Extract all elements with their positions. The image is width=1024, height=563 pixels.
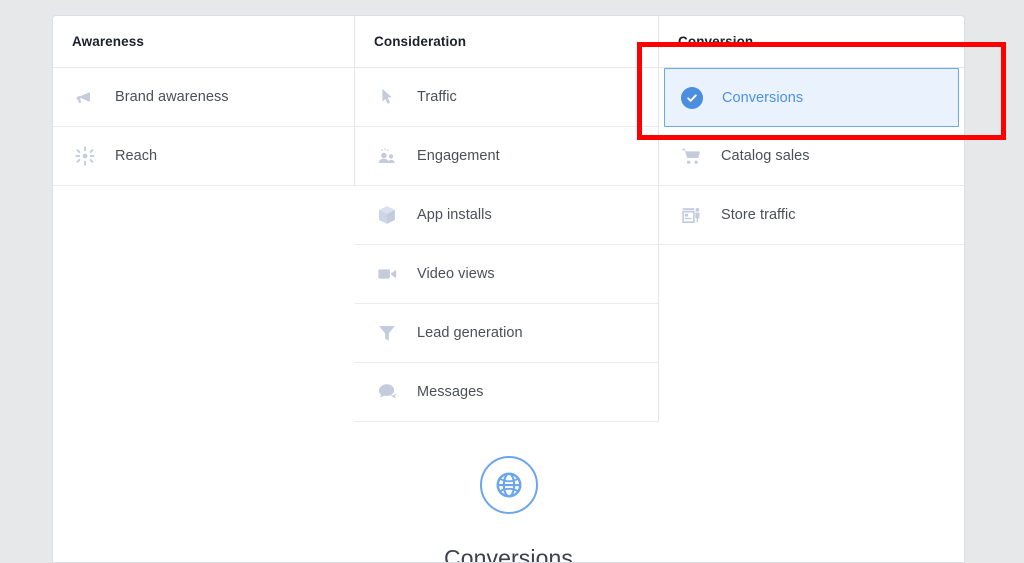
people-group-icon [374, 143, 400, 169]
objective-column-consideration: Consideration Traffic Engagement App ins… [355, 16, 659, 422]
objective-column-conversion: Conversion Conversions Catalog sales Sto… [659, 16, 964, 245]
objective-item-label: Messages [417, 384, 484, 400]
objective-column-awareness: Awareness Brand awareness Reach [53, 16, 355, 186]
asterisk-burst-icon [72, 143, 98, 169]
objective-item-store-traffic[interactable]: Store traffic [659, 186, 964, 245]
megaphone-icon [72, 84, 98, 110]
objective-item-label: Catalog sales [721, 148, 810, 164]
objective-item-messages[interactable]: Messages [355, 363, 658, 422]
objective-item-label: Engagement [417, 148, 500, 164]
video-camera-icon [374, 261, 400, 287]
objective-item-label: Traffic [417, 89, 457, 105]
storefront-icon [678, 202, 704, 228]
shopping-cart-icon [678, 143, 704, 169]
objective-item-conversions[interactable]: Conversions [664, 68, 959, 127]
column-header-conversion: Conversion [659, 16, 964, 68]
globe-icon [479, 456, 538, 514]
app-box-icon [374, 202, 400, 228]
funnel-icon [374, 320, 400, 346]
objective-item-lead-generation[interactable]: Lead generation [355, 304, 658, 363]
column-header-awareness: Awareness [53, 16, 354, 68]
objective-item-label: Lead generation [417, 325, 523, 341]
objective-item-reach[interactable]: Reach [53, 127, 354, 186]
objective-selection-card: Awareness Brand awareness Reach Consider… [52, 15, 965, 563]
cursor-arrow-icon [374, 84, 400, 110]
objective-item-label: Conversions [722, 89, 804, 106]
objective-item-label: App installs [417, 207, 492, 223]
objective-item-label: Brand awareness [115, 89, 229, 105]
objective-item-brand-awareness[interactable]: Brand awareness [53, 68, 354, 127]
objective-item-traffic[interactable]: Traffic [355, 68, 658, 127]
objective-columns: Awareness Brand awareness Reach Consider… [53, 16, 964, 422]
objective-item-label: Store traffic [721, 207, 796, 223]
objective-item-engagement[interactable]: Engagement [355, 127, 658, 186]
objective-detail-title: Conversions [444, 545, 573, 563]
objective-item-catalog-sales[interactable]: Catalog sales [659, 127, 964, 186]
objective-item-label: Reach [115, 148, 158, 164]
check-circle-icon [679, 85, 705, 111]
chat-bubbles-icon [374, 379, 400, 405]
column-header-consideration: Consideration [355, 16, 658, 68]
objective-item-video-views[interactable]: Video views [355, 245, 658, 304]
objective-detail-panel: Conversions [53, 456, 964, 563]
objective-item-label: Video views [417, 266, 495, 282]
objective-item-app-installs[interactable]: App installs [355, 186, 658, 245]
